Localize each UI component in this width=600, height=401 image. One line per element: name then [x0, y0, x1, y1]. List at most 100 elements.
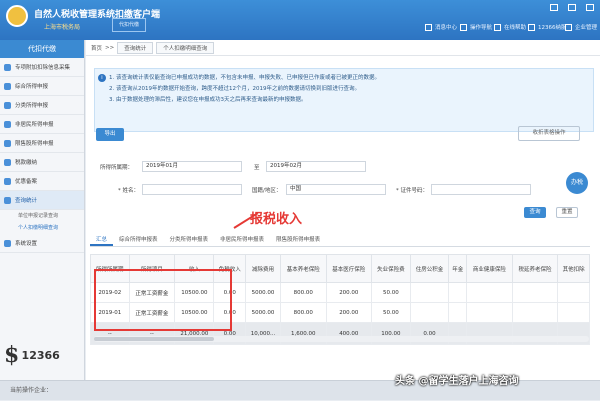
sidebar-subitem-unit-records[interactable]: 单位申报记录查询 [0, 210, 84, 222]
close-icon[interactable] [586, 4, 594, 11]
notice-line-3: 3. 由于数据处理的滞后性，建议您在申报成功3天之后再来查询最新的申报数据。 [109, 97, 307, 103]
table-cell [511, 282, 559, 303]
nav-messages[interactable]: 消息中心 [425, 23, 457, 31]
company-icon [565, 23, 572, 31]
tab-query-stats[interactable]: 查询统计 [117, 41, 154, 54]
tab-comprehensive[interactable]: 综合所得申报表 [113, 233, 164, 246]
maximize-icon[interactable] [568, 4, 576, 11]
notice-box: i 1. 该查询统计表仅能查询已申报成功的数据，不包含未申报、申报失败、已申报但… [94, 68, 594, 132]
sidebar-item-nonresident[interactable]: 非居民所得申报 [0, 115, 84, 134]
user-tab[interactable]: 代扣代缴 [112, 18, 146, 32]
sidebar-item-preferential[interactable]: 优惠备案 [0, 172, 84, 191]
annotation-label: 报税收入 [250, 212, 303, 227]
table-cell: 800.00 [279, 302, 327, 323]
tab-nonresident[interactable]: 非居民所得申报表 [214, 233, 270, 246]
help-chat-bubble[interactable]: 办税 [566, 172, 588, 194]
breadcrumb: 首页 >> 查询统计 个人扣缴明细查询 [86, 40, 600, 56]
notice-line-1: 1. 该查询统计表仅能查询已申报成功的数据，不包含未申报、申报失败、已申报但已作… [109, 75, 380, 81]
document-icon [4, 82, 11, 90]
nation-select[interactable]: 中国 [286, 184, 386, 195]
scrollbar-thumb[interactable] [94, 337, 214, 341]
title-bar: 自然人税收管理系统扣缴客户端 上海市税务局 代扣代缴 消息中心 操作导航 在线帮… [0, 0, 600, 40]
stock-icon [4, 139, 11, 147]
result-tabs: 汇总 综合所得申报表 分类所得申报表 非居民所得申报表 限售股所得申报表 [90, 233, 590, 247]
period-from-input[interactable]: 2019年01月 [142, 161, 242, 172]
hotline-badge: $ 12366 [4, 342, 74, 368]
guide-icon [460, 23, 467, 31]
nation-label: 国籍/地区： [252, 188, 282, 194]
user-icon [4, 63, 11, 71]
id-input[interactable] [431, 184, 531, 195]
period-to-input[interactable]: 2019年02月 [266, 161, 366, 172]
table-cell: 5000.00 [245, 282, 281, 303]
window-controls [550, 4, 594, 11]
period-label: 所得所属期： [100, 165, 134, 171]
main-panel: 首页 >> 查询统计 个人扣缴明细查询 i 1. 该查询统计表仅能查询已申报成功… [86, 40, 600, 380]
help-icon [494, 23, 501, 31]
hotline-logo-icon: $ [4, 342, 20, 368]
gear-icon [4, 239, 11, 247]
table-cell [448, 282, 468, 303]
id-label: * 证件号码： [396, 188, 428, 194]
payment-icon [4, 158, 11, 166]
chart-icon [4, 196, 11, 204]
tab-classified[interactable]: 分类所得申报表 [164, 233, 215, 246]
table-cell [466, 282, 513, 303]
nav-help[interactable]: 在线帮助 [494, 23, 526, 31]
col-header: 其他扣除 [557, 254, 590, 283]
sidebar-item-query[interactable]: 查询统计 [0, 191, 84, 210]
col-header: 减除费用 [245, 254, 281, 283]
table-cell: 200.00 [325, 282, 373, 303]
period-to-label: 至 [254, 165, 260, 171]
table-cell: 5000.00 [245, 302, 281, 323]
col-header: 基本医疗保险 [325, 254, 373, 283]
tab-restricted[interactable]: 限售股所得申报表 [270, 233, 326, 246]
phone-icon [528, 23, 535, 31]
table-cell [409, 302, 450, 323]
watermark: 头条 @留学生落户上海咨询 [395, 376, 519, 387]
table-cell [466, 302, 513, 323]
col-header: 住房公积金 [409, 254, 450, 283]
col-header: 失业保险费 [371, 254, 411, 283]
tab-personal-detail[interactable]: 个人扣缴明细查询 [156, 41, 215, 54]
income-highlight-box [94, 269, 232, 331]
sidebar: 代扣代缴 专项附加扣除信息采集 综合所得申报 分类所得申报 非居民所得申报 限售… [0, 40, 85, 400]
export-button[interactable]: 导出 [96, 128, 124, 141]
table-settings-button[interactable]: 收折表格操作 [518, 126, 580, 141]
col-header: 商业健康保险 [466, 254, 513, 283]
breadcrumb-home[interactable]: 首页 [91, 44, 102, 52]
sidebar-item-restricted[interactable]: 限售股所得申报 [0, 134, 84, 153]
info-icon: i [98, 74, 106, 82]
sidebar-subitem-personal-detail[interactable]: 个人扣缴明细查询 [0, 222, 84, 234]
table-cell [511, 302, 559, 323]
reset-button[interactable]: 重置 [556, 207, 578, 218]
notice-line-2: 2. 该查询从2019年的数据开始查询，跨度不超过12个月，2019年之前的数据… [109, 86, 360, 92]
table-cell [448, 302, 468, 323]
horizontal-scrollbar[interactable] [94, 336, 589, 342]
tab-summary[interactable]: 汇总 [90, 233, 114, 246]
table-cell: 800.00 [279, 282, 327, 303]
col-header: 税延养老保险 [511, 254, 559, 283]
name-label: * 姓名： [118, 188, 139, 194]
app-subtitle: 上海市税务局 [44, 24, 81, 31]
message-icon [425, 23, 432, 31]
sidebar-item-deduction[interactable]: 专项附加扣除信息采集 [0, 58, 84, 77]
query-button[interactable]: 查询 [524, 207, 546, 218]
table-cell [409, 282, 450, 303]
nav-guide[interactable]: 操作导航 [460, 23, 492, 31]
table-cell: 50.00 [371, 282, 411, 303]
table-cell [557, 282, 590, 303]
minimize-icon[interactable] [550, 4, 558, 11]
sidebar-item-classified[interactable]: 分类所得申报 [0, 96, 84, 115]
table-cell [557, 302, 590, 323]
nav-12366[interactable]: 12366纳服 [528, 23, 567, 31]
globe-icon [4, 120, 11, 128]
sidebar-item-settings[interactable]: 系统设置 [0, 234, 84, 253]
sidebar-header: 代扣代缴 [0, 40, 84, 58]
sidebar-item-payment[interactable]: 税款缴纳 [0, 153, 84, 172]
sidebar-item-comprehensive[interactable]: 综合所得申报 [0, 77, 84, 96]
table-cell: 200.00 [325, 302, 373, 323]
nav-company[interactable]: 企业管理 [565, 23, 597, 31]
col-header: 年金 [448, 254, 468, 283]
name-input[interactable] [142, 184, 242, 195]
